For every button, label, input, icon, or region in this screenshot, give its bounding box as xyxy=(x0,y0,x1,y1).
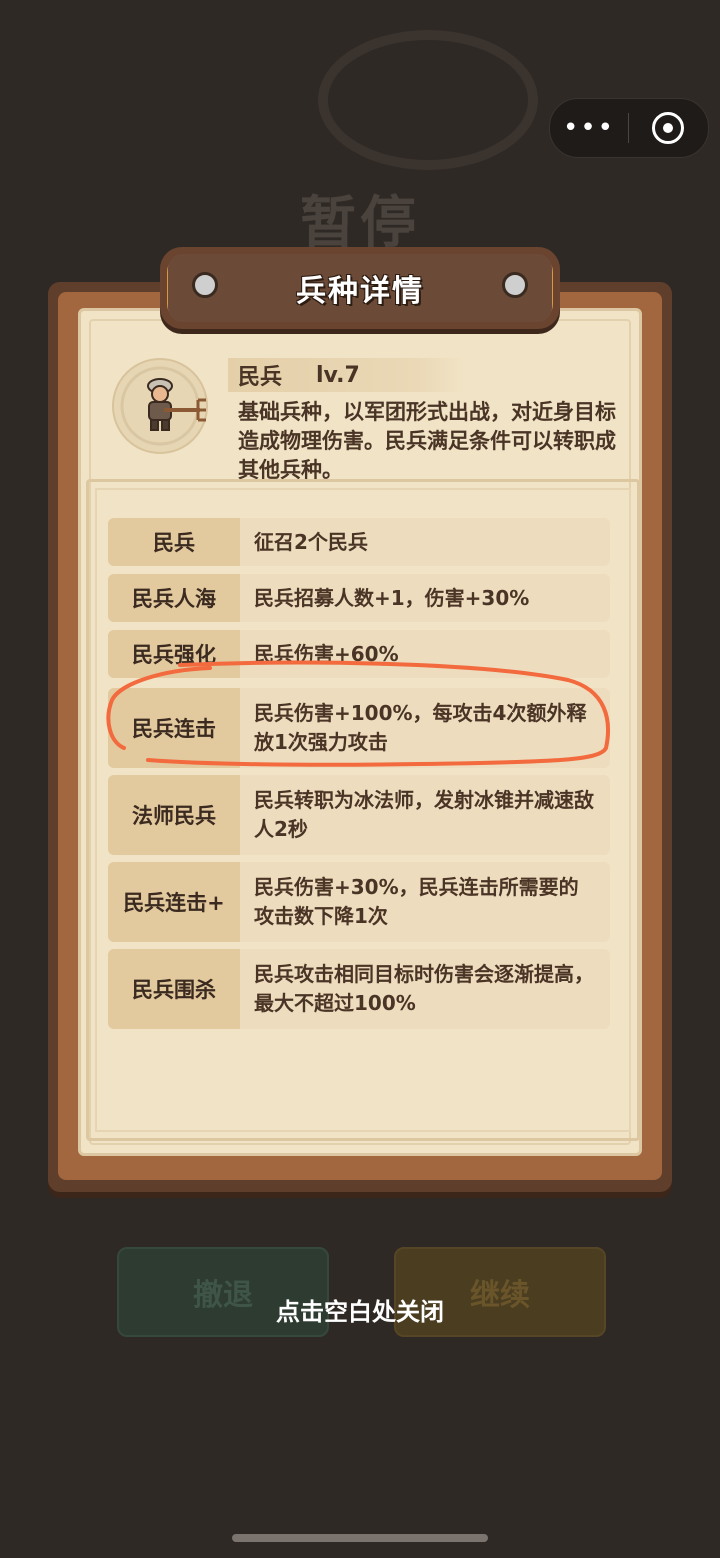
skill-description: 民兵招募人数+1，伤害+30% xyxy=(254,585,530,610)
militia-avatar xyxy=(112,358,208,454)
skill-name: 民兵连击+ xyxy=(108,862,240,942)
skill-name: 民兵人海 xyxy=(108,574,240,622)
skill-row: 民兵 征召2个民兵 xyxy=(108,518,610,566)
unit-description: 基础兵种，以军团形式出战，对近身目标造成物理伤害。民兵满足条件可以转职成其他兵种… xyxy=(238,400,616,482)
more-options-icon[interactable]: ••• xyxy=(550,99,628,157)
panel-title: 兵种详情 xyxy=(296,274,424,309)
skill-name: 民兵连击 xyxy=(108,688,240,768)
skill-name: 民兵 xyxy=(108,518,240,566)
skill-row: 民兵强化 民兵伤害+60% xyxy=(108,630,610,678)
skill-name: 民兵强化 xyxy=(108,630,240,678)
skill-row: 民兵连击 民兵伤害+100%，每攻击4次额外释放1次强力攻击 xyxy=(108,688,610,768)
unit-name: 民兵 xyxy=(238,365,283,390)
unit-level: lv.7 xyxy=(316,362,360,388)
bolt-icon xyxy=(192,272,218,298)
skill-row: 民兵人海 民兵招募人数+1，伤害+30% xyxy=(108,574,610,622)
skill-description: 民兵伤害+100%，每攻击4次额外释放1次强力攻击 xyxy=(254,701,587,754)
skill-description: 民兵伤害+30%，民兵连击所需要的攻击数下降1次 xyxy=(254,875,579,928)
bolt-icon xyxy=(502,272,528,298)
mini-program-capsule: ••• xyxy=(549,98,709,158)
skill-row: 民兵围杀 民兵攻击相同目标时伤害会逐渐提高，最大不超过100% xyxy=(108,949,610,1029)
skill-row: 民兵连击+ 民兵伤害+30%，民兵连击所需要的攻击数下降1次 xyxy=(108,862,610,942)
skill-name: 法师民兵 xyxy=(108,775,240,855)
unit-name-ribbon: 民兵 lv.7 xyxy=(228,358,464,392)
skill-description: 民兵攻击相同目标时伤害会逐渐提高，最大不超过100% xyxy=(254,962,594,1015)
skill-name: 民兵围杀 xyxy=(108,949,240,1029)
home-indicator[interactable] xyxy=(232,1534,488,1542)
background-emblem xyxy=(318,30,538,170)
target-icon xyxy=(652,112,684,144)
panel-header: 兵种详情 xyxy=(160,247,560,329)
militia-icon xyxy=(120,366,206,446)
skill-description: 民兵转职为冰法师，发射冰锥并减速敌人2秒 xyxy=(254,788,594,841)
skill-description: 征召2个民兵 xyxy=(254,529,368,554)
skill-description: 民兵伤害+60% xyxy=(254,641,399,666)
close-program-button[interactable] xyxy=(629,112,707,144)
skill-row: 法师民兵 民兵转职为冰法师，发射冰锥并减速敌人2秒 xyxy=(108,775,610,855)
close-hint[interactable]: 点击空白处关闭 xyxy=(0,1292,720,1327)
